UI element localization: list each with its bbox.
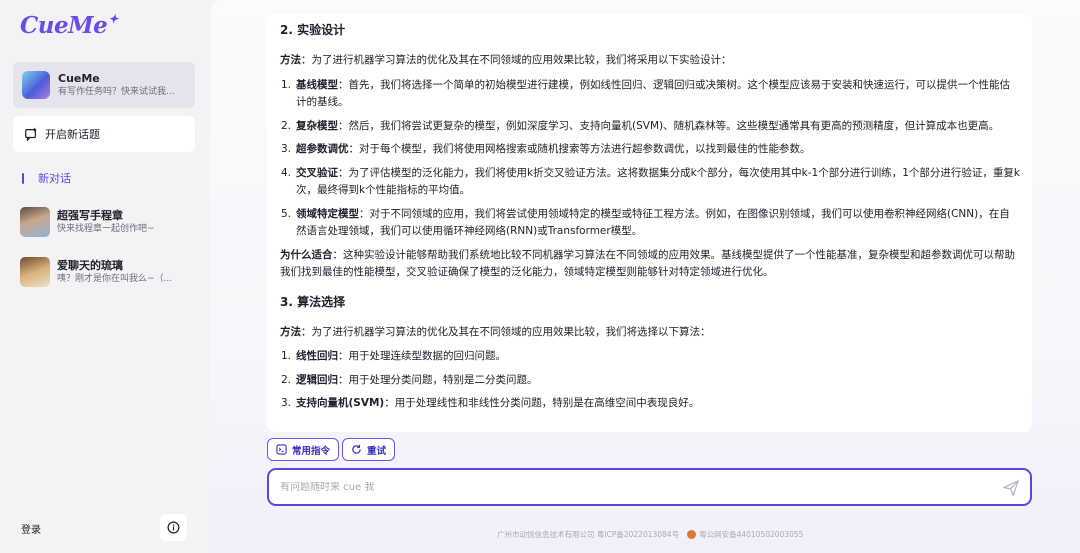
list-item: 5. 领域特定模型：对于不同领域的应用，我们将尝试使用领域特定的模型或特征工程方法… [280, 206, 1020, 241]
avatar [22, 71, 50, 99]
bold-label: 逻辑回归 [296, 373, 338, 386]
list-item: 2. 复杂模型：然后，我们将尝试更复杂的模型，例如深度学习、支持向量机(SVM)、… [280, 118, 1020, 136]
common-commands-label: 常用指令 [292, 445, 331, 457]
list-number: 2. [281, 373, 292, 386]
list-item: 2. 逻辑回归：用于处理分类问题，特别是二分类问题。 [280, 372, 1020, 390]
bold-label: 方法 [280, 325, 301, 338]
numbered-list: 1. 线性回归：用于处理连续型数据的回归问题。 2. 逻辑回归：用于处理分类问题，特… [280, 348, 1020, 413]
company-icp[interactable]: 广州市动悦信息技术有限公司 粤ICP备2022013084号 [497, 529, 679, 540]
command-icon [276, 444, 287, 455]
list-item: 3. 超参数调优：对于每个模型，我们将使用网格搜索或随机搜索等方法进行超参数调优，… [280, 141, 1020, 159]
chat-item-liuli[interactable]: 爱聊天的琉璃 咦？刚才是你在叫我么~（... [20, 256, 200, 288]
section-heading: 3. 算法选择 [280, 294, 346, 309]
common-commands-button[interactable]: 常用指令 [267, 438, 340, 461]
paragraph-text: ：为了进行机器学习算法的优化及其在不同领域的应用效果比较，我们将选择以下算法： [301, 325, 711, 338]
list-text: ：首先，我们将选择一个简单的初始模型进行建模，例如线性回归、逻辑回归或决策树。这… [296, 78, 1010, 109]
new-conversation-label[interactable]: 新对话 [22, 170, 71, 186]
list-text: ：然后，我们将尝试更复杂的模型，例如深度学习、支持向量机(SVM)、随机森林等。… [338, 119, 1000, 132]
retry-button[interactable]: 重试 [342, 438, 396, 461]
message-input[interactable] [280, 481, 980, 493]
bold-label: 领域特定模型 [296, 207, 359, 220]
police-badge-icon [687, 530, 697, 539]
list-number: 4. [281, 166, 292, 179]
avatar [20, 257, 50, 287]
list-text: ：为了评估模型的泛化能力，我们将使用k折交叉验证方法。这将数据集分成k个部分，每… [296, 166, 1020, 197]
paragraph: 方法：为了进行机器学习算法的优化及其在不同领域的应用效果比较，我们将选择以下算法… [280, 324, 1020, 342]
list-number: 1. [281, 350, 292, 362]
refresh-icon [352, 444, 361, 454]
info-icon [167, 521, 180, 534]
list-number: 1. [281, 78, 292, 91]
police-record[interactable]: 粤公网安备44010502003055 [699, 529, 803, 540]
section-heading: 2. 实验设计 [280, 23, 346, 37]
new-topic-button[interactable]: 开启新话题 [13, 116, 195, 152]
message-input-box[interactable] [267, 468, 1032, 506]
list-text: ：对于每个模型，我们将使用网格搜索或随机搜索等方法进行超参数调优，以找到最佳的性… [348, 143, 811, 155]
list-item: 1. 线性回归：用于处理连续型数据的回归问题。 [280, 348, 1020, 366]
chat-subtitle: 快来找程章一起创作吧~ [57, 223, 155, 234]
paragraph: 方法：为了进行机器学习算法的优化及其在不同领域的应用效果比较，我们将采用以下实验… [280, 52, 1020, 70]
chat-subtitle: 咦？刚才是你在叫我么~（... [57, 273, 173, 284]
message-content: 2. 实验设计 方法：为了进行机器学习算法的优化及其在不同领域的应用效果比较，我… [267, 14, 1032, 432]
chat-item-writer[interactable]: 超强写手程章 快来找程章一起创作吧~ [20, 206, 200, 238]
bold-label: 方法 [280, 54, 301, 66]
list-text: ：用于处理线性和非线性分类问题，特别是在高维空间中表现良好。 [384, 397, 700, 409]
bold-label: 基线模型 [296, 78, 338, 91]
paragraph-text: ：为了进行机器学习算法的优化及其在不同领域的应用效果比较，我们将采用以下实验设计… [301, 54, 732, 66]
assistant-name: CueMe [58, 71, 100, 85]
list-number: 3. [281, 143, 292, 155]
list-item: 1. 基线模型：首先，我们将选择一个简单的初始模型进行建模，例如线性回归、逻辑回归… [280, 77, 1020, 112]
paragraph: 为什么适合：这种实验设计能够帮助我们系统地比较不同机器学习算法在不同领域的应用效… [280, 247, 1020, 282]
new-topic-label: 开启新话题 [45, 128, 100, 141]
list-number: 2. [281, 119, 292, 132]
list-number: 5. [281, 207, 292, 220]
bold-label: 复杂模型 [296, 119, 338, 132]
footer: 广州市动悦信息技术有限公司 粤ICP备2022013084号 粤公网安备4401… [497, 529, 803, 540]
main-panel: 2. 实验设计 方法：为了进行机器学习算法的优化及其在不同领域的应用效果比较，我… [210, 0, 1080, 553]
list-text: ：对于不同领域的应用，我们将尝试使用领域特定的模型或特征工程方法。例如，在图像识… [296, 207, 1010, 238]
list-item: 4. 交叉验证：为了评估模型的泛化能力，我们将使用k折交叉验证方法。这将数据集分成… [280, 165, 1020, 200]
bold-label: 支持向量机(SVM) [296, 397, 385, 409]
retry-label: 重试 [367, 445, 387, 457]
section-label-text: 新对话 [38, 172, 71, 185]
list-number: 3. [281, 397, 292, 409]
send-icon[interactable] [1002, 479, 1020, 497]
list-text: ：用于处理分类问题，特别是二分类问题。 [338, 373, 538, 386]
sparkle-icon: ✦ [108, 12, 118, 26]
bold-label: 为什么适合 [280, 248, 333, 261]
logo[interactable]: CueMe✦ [20, 12, 118, 42]
paragraph-text: ：这种实验设计能够帮助我们系统地比较不同机器学习算法在不同领域的应用效果。基线模… [280, 248, 1015, 279]
chat-name: 爱聊天的琉璃 [57, 258, 123, 272]
bold-label: 线性回归 [296, 350, 338, 362]
logo-text: CueMe [20, 12, 108, 39]
avatar [20, 207, 50, 237]
active-indicator [22, 172, 24, 184]
sidebar: CueMe✦ CueMe 有写作任务吗？快来试试我... 开启新话题 新对话 超… [0, 0, 210, 553]
bold-label: 超参数调优 [296, 143, 349, 155]
list-item: 3. 支持向量机(SVM)：用于处理线性和非线性分类问题，特别是在高维空间中表现良… [280, 395, 1020, 413]
chat-name: 超强写手程章 [57, 208, 123, 222]
new-chat-icon [25, 127, 37, 141]
info-button[interactable] [160, 514, 187, 541]
bold-label: 交叉验证 [296, 166, 338, 179]
list-text: ：用于处理连续型数据的回归问题。 [338, 350, 506, 362]
numbered-list: 1. 基线模型：首先，我们将选择一个简单的初始模型进行建模，例如线性回归、逻辑回归… [280, 77, 1020, 241]
assistant-subtitle: 有写作任务吗？快来试试我... [58, 86, 175, 97]
assistant-card[interactable]: CueMe 有写作任务吗？快来试试我... [13, 62, 195, 108]
login-link[interactable]: 登录 [21, 521, 41, 536]
